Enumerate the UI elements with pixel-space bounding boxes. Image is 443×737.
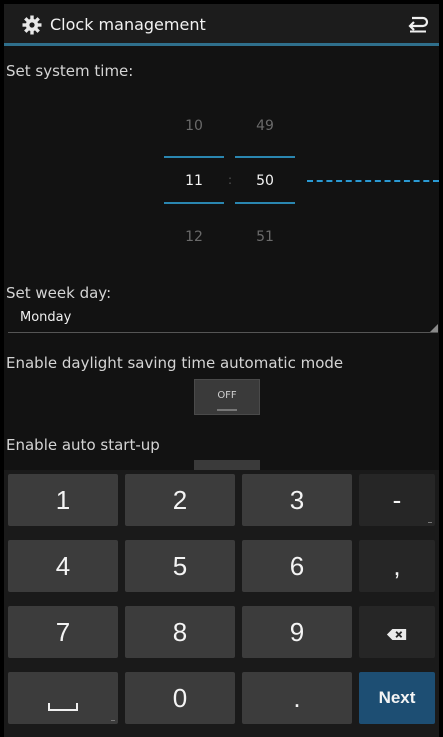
key-5[interactable]: 5 <box>125 540 235 592</box>
key-corner-mark <box>111 720 115 721</box>
key-space[interactable] <box>8 672 118 724</box>
key-4-label: 4 <box>55 551 71 581</box>
key-6[interactable]: 6 <box>242 540 352 592</box>
key-8[interactable]: 8 <box>125 606 235 658</box>
key-backspace[interactable] <box>359 606 435 658</box>
dst-toggle[interactable]: OFF <box>194 379 260 415</box>
minute-next[interactable]: 51 <box>235 229 295 245</box>
key-6-label: 6 <box>289 551 305 581</box>
key-7[interactable]: 7 <box>8 606 118 658</box>
hour-prev[interactable]: 10 <box>164 118 224 134</box>
next-button-label: Next <box>378 688 416 707</box>
key-0-label: 0 <box>172 683 188 713</box>
key-comma-label: , <box>393 551 401 581</box>
key-5-label: 5 <box>172 551 188 581</box>
key-2[interactable]: 2 <box>125 474 235 526</box>
hour-top-divider <box>164 156 224 158</box>
minute-prev[interactable]: 49 <box>235 118 295 134</box>
action-bar: Clock management <box>4 4 439 46</box>
minute-bottom-divider <box>235 202 295 204</box>
key-dot[interactable]: . <box>242 672 352 724</box>
settings-content: Set system time: 10 11 12 : 49 50 51 Set… <box>4 46 439 470</box>
key-1[interactable]: 1 <box>8 474 118 526</box>
spinner-arrow-icon <box>430 324 438 332</box>
return-icon[interactable] <box>407 15 429 33</box>
minute-top-divider <box>235 156 295 158</box>
next-button[interactable]: Next <box>359 672 435 724</box>
key-0[interactable]: 0 <box>125 672 235 724</box>
key-corner-mark <box>428 522 432 523</box>
key-8-label: 8 <box>172 617 188 647</box>
key-1-label: 1 <box>55 485 71 515</box>
numeric-keyboard: 1 2 3 - 4 5 6 , 7 8 9 0 . Next <box>4 470 439 737</box>
system-time-label: Set system time: <box>6 62 134 80</box>
time-separator: : <box>228 173 233 187</box>
page-title: Clock management <box>50 15 206 34</box>
dst-label: Enable daylight saving time automatic mo… <box>6 354 344 372</box>
key-dash-label: - <box>392 485 402 515</box>
week-day-label: Set week day: <box>6 284 112 302</box>
key-9-label: 9 <box>289 617 305 647</box>
focus-indicator-line <box>307 180 439 182</box>
key-7-label: 7 <box>55 617 71 647</box>
autostart-toggle[interactable] <box>194 460 260 470</box>
backspace-icon <box>386 628 407 640</box>
key-4[interactable]: 4 <box>8 540 118 592</box>
week-day-value: Monday <box>20 310 72 325</box>
key-9[interactable]: 9 <box>242 606 352 658</box>
space-icon <box>48 703 78 711</box>
hour-selected[interactable]: 11 <box>164 173 224 189</box>
key-comma[interactable]: , <box>359 540 435 592</box>
week-day-spinner[interactable]: Monday <box>8 304 438 333</box>
hour-next[interactable]: 12 <box>164 229 224 245</box>
gear-icon[interactable] <box>22 15 42 35</box>
key-2-label: 2 <box>172 485 188 515</box>
key-dash[interactable]: - <box>359 474 435 526</box>
key-3[interactable]: 3 <box>242 474 352 526</box>
dst-toggle-text: OFF <box>217 390 237 401</box>
hour-bottom-divider <box>164 202 224 204</box>
minute-selected[interactable]: 50 <box>235 173 295 189</box>
toggle-indicator <box>217 409 237 411</box>
key-3-label: 3 <box>289 485 305 515</box>
key-dot-label: . <box>293 683 301 713</box>
autostart-label: Enable auto start-up <box>6 436 160 454</box>
